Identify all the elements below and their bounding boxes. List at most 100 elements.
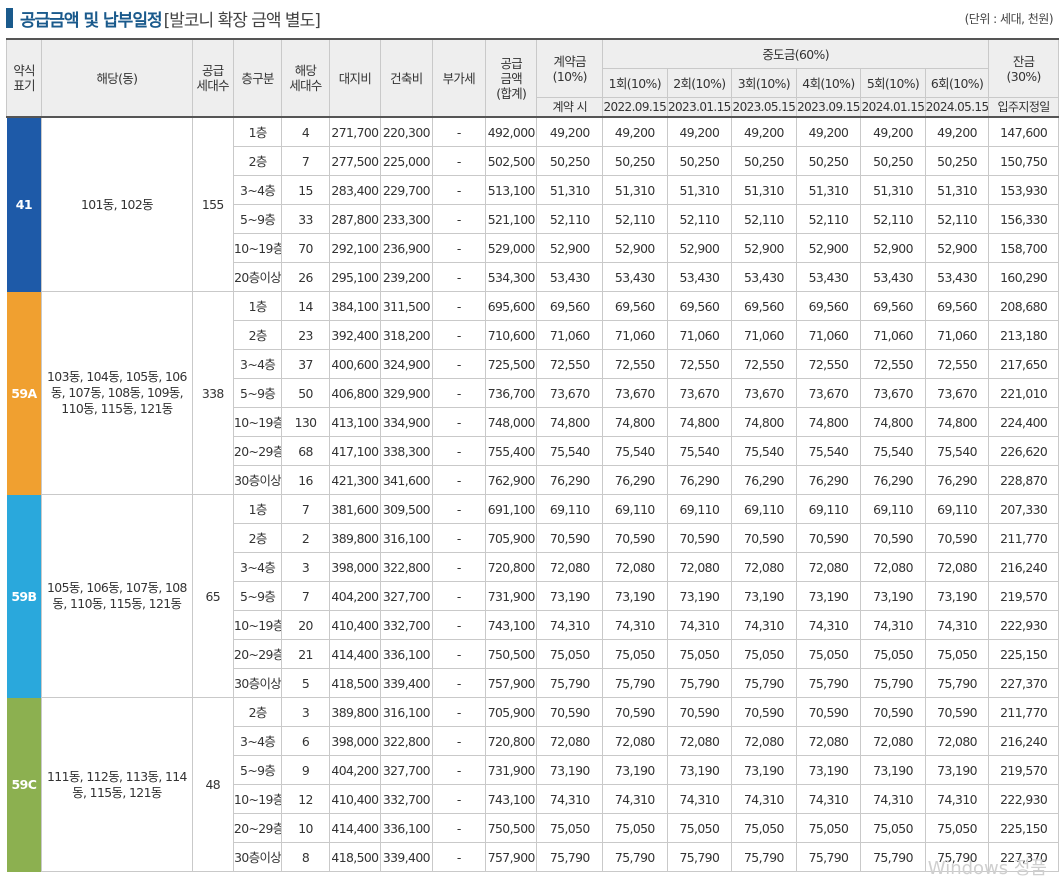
table-cell: 160,290 xyxy=(988,262,1059,292)
supply-count: 48 xyxy=(191,697,234,872)
table-cell: 74,310 xyxy=(795,610,862,640)
table-cell: 70,590 xyxy=(795,697,862,727)
table-cell: 69,110 xyxy=(602,494,668,524)
table-cell: 521,100 xyxy=(485,204,538,234)
table-cell: 10~19층 xyxy=(232,233,283,263)
table-cell: 75,050 xyxy=(536,639,604,669)
table-cell: 30층이상 xyxy=(232,465,283,495)
dong-list: 105동, 106동, 107동, 108동, 110동, 115동, 121동 xyxy=(41,494,193,698)
table-cell: 71,060 xyxy=(666,320,733,350)
table-cell: 53,430 xyxy=(666,262,733,292)
table-cell: 400,600 xyxy=(328,349,382,379)
table-cell: 327,700 xyxy=(380,755,433,785)
table-cell: 5~9층 xyxy=(232,204,283,234)
table-cell: 1층 xyxy=(232,494,283,524)
table-cell: - xyxy=(431,378,487,408)
table-cell: 49,200 xyxy=(602,116,668,147)
table-cell: 15 xyxy=(281,175,330,205)
table-cell: 75,790 xyxy=(536,668,604,698)
col-abbr: 약식 표기 xyxy=(5,38,43,118)
col-floor: 층구분 xyxy=(232,38,283,118)
table-cell: 49,200 xyxy=(666,116,733,147)
table-cell: 392,400 xyxy=(328,320,382,350)
table-cell: 76,290 xyxy=(602,465,668,495)
table-cell: 50 xyxy=(281,378,330,408)
table-cell: 69,110 xyxy=(666,494,733,524)
supply-count: 338 xyxy=(191,291,234,495)
col-interim: 중도금(60%) xyxy=(602,38,990,69)
table-cell: 316,100 xyxy=(380,523,433,553)
table-cell: 309,500 xyxy=(380,494,433,524)
table-cell: 71,060 xyxy=(795,320,862,350)
table-cell: 72,080 xyxy=(731,726,797,756)
table-cell: 720,800 xyxy=(485,726,538,756)
table-cell: 339,400 xyxy=(380,842,433,872)
table-cell: 743,100 xyxy=(485,610,538,640)
table-cell: 208,680 xyxy=(988,291,1059,321)
table-cell: 50,250 xyxy=(536,146,604,176)
table-cell: 410,400 xyxy=(328,784,382,814)
table-cell: 74,800 xyxy=(666,407,733,437)
table-cell: 76,290 xyxy=(795,465,862,495)
table-cell: 239,200 xyxy=(380,262,433,292)
col-installment: 1회(10%) xyxy=(602,68,668,98)
table-cell: 72,550 xyxy=(860,349,926,379)
table-cell: 75,790 xyxy=(602,668,668,698)
table-cell: 226,620 xyxy=(988,436,1059,466)
table-cell: 52,900 xyxy=(731,233,797,263)
table-cell: 338,300 xyxy=(380,436,433,466)
table-cell: 74,310 xyxy=(666,784,733,814)
table-cell: 1층 xyxy=(232,116,283,147)
table-cell: 52,110 xyxy=(795,204,862,234)
title-main: 공급금액 및 납부일정 xyxy=(20,10,163,31)
table-cell: 76,290 xyxy=(731,465,797,495)
unit-type-badge: 59A xyxy=(6,291,42,495)
col-dong: 해당(동) xyxy=(41,38,193,118)
table-cell: 220,300 xyxy=(380,116,433,147)
table-cell: 219,570 xyxy=(988,755,1059,785)
table-cell: 3~4층 xyxy=(232,552,283,582)
table-cell: 277,500 xyxy=(328,146,382,176)
table-cell: 71,060 xyxy=(731,320,797,350)
table-cell: 70,590 xyxy=(666,697,733,727)
table-cell: 51,310 xyxy=(666,175,733,205)
table-cell: 33 xyxy=(281,204,330,234)
page-title: 공급금액 및 납부일정 [발코니 확장 금액 별도] xyxy=(6,6,321,31)
table-cell: - xyxy=(431,175,487,205)
table-cell: 283,400 xyxy=(328,175,382,205)
table-cell: 324,900 xyxy=(380,349,433,379)
table-cell: 73,190 xyxy=(795,755,862,785)
table-cell: 69,110 xyxy=(731,494,797,524)
table-cell: 72,080 xyxy=(924,726,990,756)
table-cell: 70,590 xyxy=(536,523,604,553)
table-cell: 502,500 xyxy=(485,146,538,176)
table-cell: 75,050 xyxy=(860,639,926,669)
col-installment: 2회(10%) xyxy=(666,68,733,98)
col-balance: 잔금 (30%) xyxy=(988,38,1059,98)
col-date: 2024.01.15 xyxy=(860,97,926,118)
col-total: 공급 금액 (합계) xyxy=(485,38,538,118)
table-cell: 10~19층 xyxy=(232,407,283,437)
table-cell: 50,250 xyxy=(666,146,733,176)
table-cell: 762,900 xyxy=(485,465,538,495)
table-cell: 72,080 xyxy=(860,552,926,582)
table-cell: 75,050 xyxy=(602,639,668,669)
table-cell: 71,060 xyxy=(860,320,926,350)
col-building: 건축비 xyxy=(380,38,433,118)
table-cell: 73,190 xyxy=(602,581,668,611)
table-cell: 73,190 xyxy=(666,755,733,785)
table-cell: 74,310 xyxy=(666,610,733,640)
table-cell: 2층 xyxy=(232,523,283,553)
table-cell: 30층이상 xyxy=(232,668,283,698)
table-cell: 50,250 xyxy=(924,146,990,176)
table-cell: - xyxy=(431,320,487,350)
table-cell: 3~4층 xyxy=(232,726,283,756)
table-cell: 50,250 xyxy=(795,146,862,176)
table-cell: 217,650 xyxy=(988,349,1059,379)
table-cell: 398,000 xyxy=(328,726,382,756)
table-cell: 75,050 xyxy=(666,639,733,669)
table-cell: 75,050 xyxy=(602,813,668,843)
title-marker xyxy=(6,8,13,28)
table-cell: 153,930 xyxy=(988,175,1059,205)
table-cell: 72,550 xyxy=(795,349,862,379)
